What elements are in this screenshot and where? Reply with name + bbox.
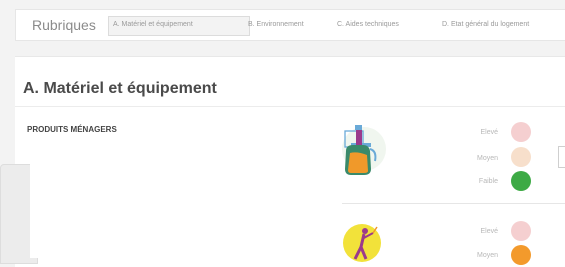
level-dot-moyen[interactable] (511, 147, 531, 167)
title-divider (15, 106, 565, 107)
level-dot-faible[interactable] (511, 171, 531, 191)
section-title: A. Matériel et équipement (23, 80, 217, 97)
level-label-eleve: Elevé (480, 129, 498, 136)
level-dot-moyen[interactable] (511, 245, 531, 265)
level-select[interactable] (558, 146, 565, 168)
level-label-moyen: Moyen (476, 252, 498, 259)
tab-aides-techniques[interactable]: C. Aides techniques (333, 16, 441, 34)
level-label-eleve: Elevé (480, 228, 498, 235)
level-dot-eleve[interactable] (511, 221, 531, 241)
product-heading: PRODUITS MÉNAGERS (27, 125, 117, 134)
rubriques-tab-bar: Rubriques A. Matériel et équipement B. E… (15, 9, 565, 41)
level-label-moyen: Moyen (476, 155, 498, 162)
level-dot-eleve[interactable] (511, 122, 531, 142)
tab-environnement[interactable]: B. Environnement (244, 16, 335, 34)
tab-etat-general-logement[interactable]: D. Etat général du logement (438, 16, 565, 34)
tab-materiel-equipement[interactable]: A. Matériel et équipement (108, 16, 250, 36)
popup-window[interactable] (30, 138, 342, 258)
level-label-faible: Faible (478, 178, 498, 185)
rubriques-title: Rubriques (32, 17, 96, 33)
